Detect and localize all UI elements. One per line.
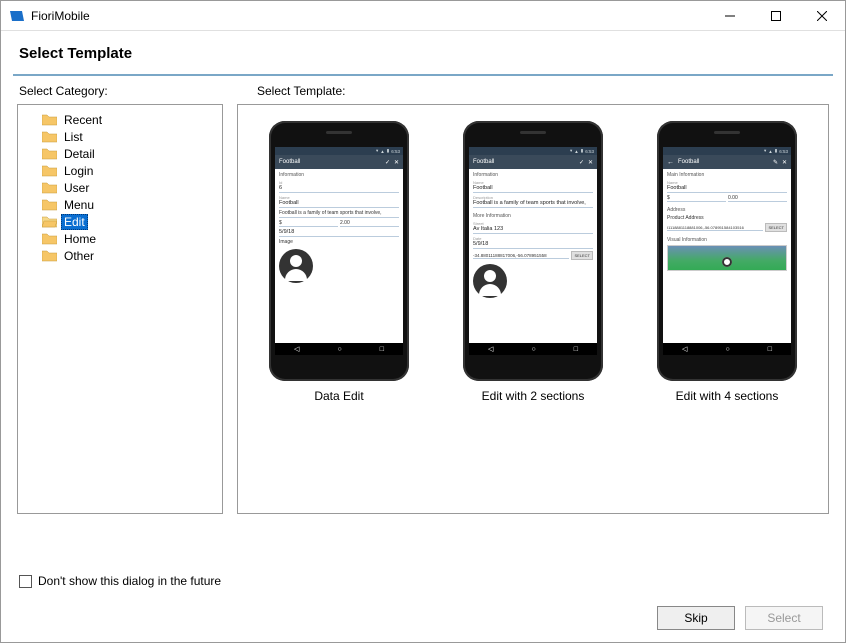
skip-button[interactable]: Skip	[657, 606, 735, 630]
tree-item-recent[interactable]: Recent	[22, 111, 218, 128]
tree-item-list[interactable]: List	[22, 128, 218, 145]
category-section-label: Select Category:	[19, 84, 229, 98]
template-card-edit-4-sections[interactable]: ▾▲▮6:53 ←Football✎✕ Main Information Nam…	[642, 121, 812, 403]
folder-icon	[42, 182, 57, 194]
template-label: Data Edit	[314, 389, 363, 403]
template-card-data-edit[interactable]: ▾▲▮6:53 Football✓✕ Information Id6 NameF…	[254, 121, 424, 403]
tree-item-label: Recent	[61, 112, 105, 128]
checkbox-icon[interactable]	[19, 575, 32, 588]
tree-item-label: User	[61, 180, 92, 196]
folder-open-icon	[42, 216, 57, 228]
phone-preview: ▾▲▮6:53 Football✓✕ Information Id6 NameF…	[269, 121, 409, 381]
folder-icon	[42, 165, 57, 177]
window-maximize-button[interactable]	[753, 1, 799, 31]
section-labels: Select Category: Select Template:	[13, 84, 833, 104]
window-title: FioriMobile	[31, 9, 90, 23]
tree-item-label: List	[61, 129, 86, 145]
template-list: ▾▲▮6:53 Football✓✕ Information Id6 NameF…	[237, 104, 829, 514]
folder-icon	[42, 148, 57, 160]
template-card-edit-2-sections[interactable]: ▾▲▮6:53 Football✓✕ Information NameFootb…	[448, 121, 618, 403]
tree-item-label: Menu	[61, 197, 97, 213]
tree-item-home[interactable]: Home	[22, 230, 218, 247]
page-title: Select Template	[13, 31, 833, 76]
folder-icon	[42, 233, 57, 245]
phone-preview: ▾▲▮6:53 ←Football✎✕ Main Information Nam…	[657, 121, 797, 381]
dialog-content: Select Template Select Category: Select …	[1, 31, 845, 642]
tree-item-menu[interactable]: Menu	[22, 196, 218, 213]
tree-item-edit[interactable]: Edit	[22, 213, 218, 230]
template-section-label: Select Template:	[257, 84, 827, 98]
folder-icon	[42, 114, 57, 126]
tree-item-other[interactable]: Other	[22, 247, 218, 264]
tree-item-login[interactable]: Login	[22, 162, 218, 179]
window-titlebar: FioriMobile	[1, 1, 845, 31]
tree-item-label: Login	[61, 163, 96, 179]
folder-icon	[42, 199, 57, 211]
dont-show-checkbox-row[interactable]: Don't show this dialog in the future	[19, 574, 827, 588]
folder-icon	[42, 131, 57, 143]
tree-item-label: Detail	[61, 146, 98, 162]
phone-preview: ▾▲▮6:53 Football✓✕ Information NameFootb…	[463, 121, 603, 381]
tree-item-user[interactable]: User	[22, 179, 218, 196]
folder-icon	[42, 250, 57, 262]
tree-item-label: Edit	[61, 214, 88, 230]
template-label: Edit with 2 sections	[482, 389, 585, 403]
checkbox-label: Don't show this dialog in the future	[38, 574, 221, 588]
window-minimize-button[interactable]	[707, 1, 753, 31]
template-label: Edit with 4 sections	[676, 389, 779, 403]
category-tree: Recent List Detail Login User	[17, 104, 223, 514]
tree-item-detail[interactable]: Detail	[22, 145, 218, 162]
window-close-button[interactable]	[799, 1, 845, 31]
app-icon	[9, 8, 25, 24]
dialog-footer: Don't show this dialog in the future Ski…	[13, 562, 833, 630]
tree-item-label: Other	[61, 248, 97, 264]
select-button[interactable]: Select	[745, 606, 823, 630]
tree-item-label: Home	[61, 231, 99, 247]
